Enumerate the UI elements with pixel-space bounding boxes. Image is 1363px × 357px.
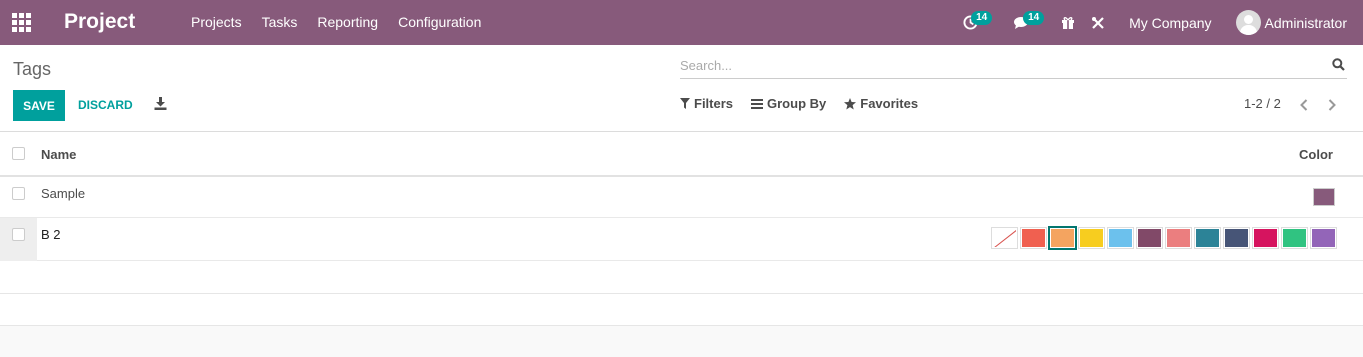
groupby-label: Group By [767, 96, 827, 111]
color-option-green[interactable] [1282, 228, 1307, 248]
tools-icon [1092, 16, 1104, 29]
apps-menu-icon[interactable] [12, 13, 32, 33]
user-menu[interactable]: Administrator [1235, 10, 1347, 35]
breadcrumb[interactable]: Tags [13, 59, 51, 80]
activity-button[interactable]: 14 [955, 0, 993, 45]
color-option-yellow[interactable] [1079, 228, 1104, 248]
debug-tools-button[interactable] [1083, 0, 1113, 45]
empty-row [0, 294, 1363, 325]
filters-button[interactable]: Filters [680, 96, 733, 111]
gift-button[interactable] [1053, 0, 1083, 45]
activity-count-badge: 14 [971, 11, 993, 25]
row-checkbox[interactable] [12, 187, 25, 200]
favorites-label: Favorites [860, 96, 919, 111]
user-name: Administrator [1264, 14, 1347, 31]
main-menu: Projects Tasks Reporting Configuration [181, 0, 491, 45]
search-options: Filters Group By Favorites [680, 96, 936, 111]
tag-name-cell[interactable]: Sample [41, 186, 85, 201]
color-picker [988, 228, 1336, 248]
row-checkbox[interactable] [12, 228, 25, 241]
tag-name-input[interactable]: B 2 [41, 227, 61, 242]
color-option-orange[interactable] [1050, 228, 1075, 248]
select-all-checkbox[interactable] [12, 147, 25, 160]
groupby-button[interactable]: Group By [751, 96, 826, 111]
color-option-salmon-pink[interactable] [1166, 228, 1191, 248]
menu-item-projects[interactable]: Projects [181, 0, 252, 45]
app-title: Project [64, 10, 136, 33]
gift-icon [1062, 16, 1075, 29]
color-option-dark-blue[interactable] [1224, 228, 1249, 248]
search-bar [680, 52, 1347, 79]
save-button[interactable]: SAVE [13, 90, 65, 121]
top-navbar: Project Projects Tasks Reporting Configu… [0, 0, 1363, 45]
pager-value[interactable]: 1-2 / 2 [1244, 96, 1281, 111]
column-header-name[interactable]: Name [41, 147, 76, 162]
search-icon[interactable] [1332, 58, 1345, 71]
color-option-light-blue[interactable] [1108, 228, 1133, 248]
color-swatch[interactable] [1313, 188, 1335, 206]
table-row-editing[interactable]: B 2 [0, 218, 1363, 261]
menu-item-configuration[interactable]: Configuration [388, 0, 491, 45]
discard-button[interactable]: DISCARD [78, 90, 133, 121]
favorites-button[interactable]: Favorites [844, 96, 918, 111]
chevron-right-icon[interactable] [1328, 99, 1336, 111]
color-option-purple[interactable] [1311, 228, 1336, 248]
row-divider [0, 325, 1363, 326]
company-switcher[interactable]: My Company [1129, 15, 1211, 31]
table-header: Name Color [0, 132, 1363, 177]
empty-row [0, 261, 1363, 293]
star-icon [844, 97, 857, 109]
systray: 14 14 My Company Administrator [955, 0, 1363, 45]
messages-count-badge: 14 [1023, 11, 1045, 25]
search-input[interactable] [680, 52, 1320, 78]
chevron-left-icon[interactable] [1300, 99, 1308, 111]
color-option-red[interactable] [1021, 228, 1046, 248]
column-header-color[interactable]: Color [1299, 147, 1333, 162]
avatar [1235, 10, 1261, 35]
color-option-fuchsia[interactable] [1253, 228, 1278, 248]
table-row[interactable]: Sample [0, 177, 1363, 218]
menu-item-reporting[interactable]: Reporting [307, 0, 388, 45]
menu-item-tasks[interactable]: Tasks [252, 0, 308, 45]
download-icon[interactable] [154, 97, 167, 110]
color-option-dark-purple[interactable] [1137, 228, 1162, 248]
filter-icon [680, 98, 690, 109]
messages-button[interactable]: 14 [1007, 0, 1045, 45]
color-option-none[interactable] [992, 228, 1017, 248]
color-option-medium-blue[interactable] [1195, 228, 1220, 248]
list-icon [751, 98, 764, 109]
filters-label: Filters [694, 96, 734, 111]
